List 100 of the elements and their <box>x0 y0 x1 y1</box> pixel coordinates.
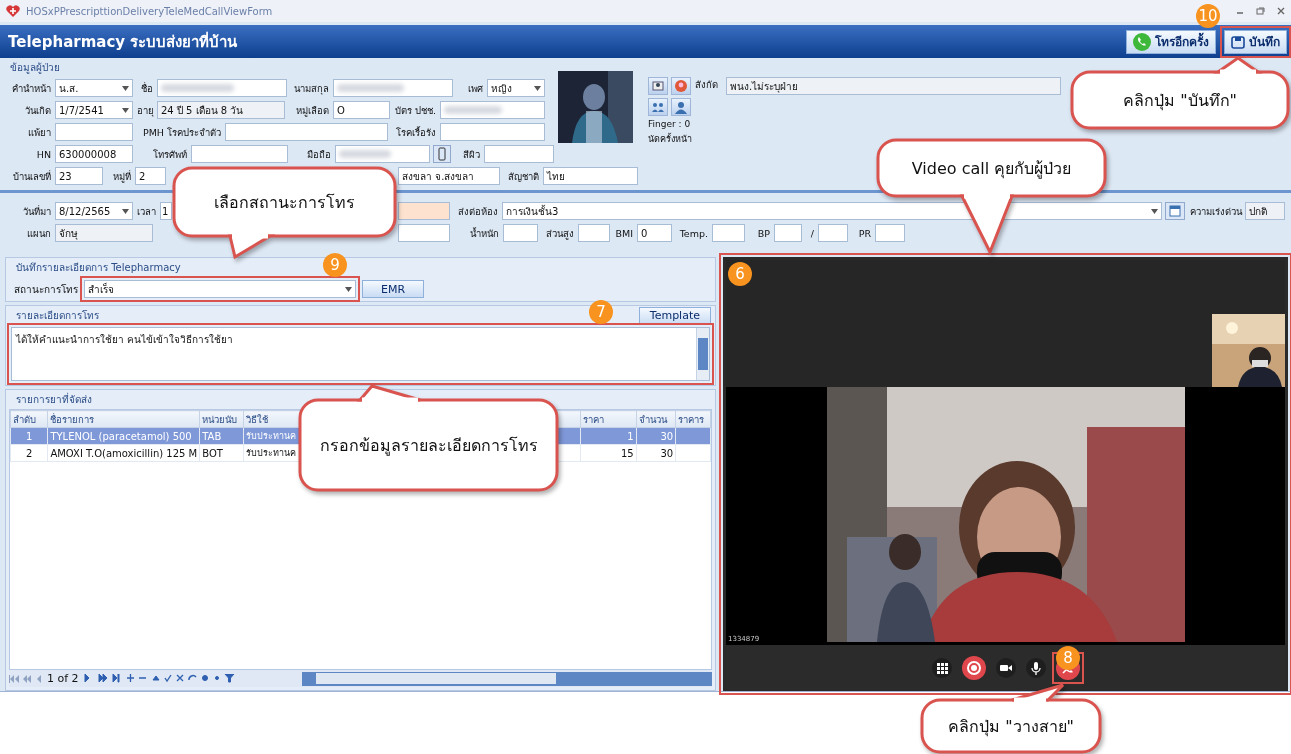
text-field[interactable] <box>398 224 450 242</box>
field-label: สัญชาติ <box>507 169 540 184</box>
text-field[interactable] <box>484 145 554 163</box>
close-icon[interactable] <box>1277 7 1285 15</box>
field-label: วันที่มา <box>22 204 52 219</box>
field-label: PR <box>857 227 872 239</box>
field-label: อายุ <box>137 103 155 118</box>
template-button[interactable]: Template <box>638 306 711 325</box>
caret-icon <box>122 85 129 91</box>
text-field[interactable] <box>440 101 545 119</box>
field-label: นามสกุล <box>293 81 330 96</box>
text-field[interactable] <box>440 123 545 141</box>
id-card-icon[interactable] <box>648 77 668 95</box>
text-field[interactable]: 1 <box>160 202 172 220</box>
text-field[interactable] <box>333 79 453 97</box>
callout-text: คลิกปุ่ม "วางสาย" <box>948 715 1074 739</box>
call-again-button[interactable]: โทรอีกครั้ง <box>1126 29 1216 54</box>
step-badge: 8 <box>1056 646 1080 670</box>
text-field[interactable]: ไทย <box>543 167 638 185</box>
field-label: HN <box>35 148 52 160</box>
dropdown-field[interactable]: 1/7/2541 <box>55 101 133 119</box>
field-label: ส่งต่อห้อง <box>457 204 499 219</box>
grid-icon[interactable] <box>931 658 952 678</box>
readonly-field[interactable]: จักษุ <box>55 224 153 242</box>
callout-text: Video call คุยกับผู้ป่วย <box>911 157 1072 181</box>
field-label: หมู่ที่ <box>112 169 132 184</box>
redacted-value <box>337 84 405 92</box>
people-icon[interactable] <box>648 98 668 116</box>
column-header[interactable]: วิธีใช้ <box>243 410 302 428</box>
text-field[interactable]: 23 <box>55 167 103 185</box>
dropdown-field[interactable]: น.ส. <box>55 79 133 97</box>
emr-button[interactable]: EMR <box>362 280 424 298</box>
column-header[interactable]: ราคาร <box>675 410 711 428</box>
text-field[interactable]: 2 <box>135 167 166 185</box>
next-appointment-label: นัดครั้งหน้า <box>648 132 693 146</box>
text-field[interactable]: O <box>333 101 390 119</box>
redacted-value <box>444 106 503 114</box>
phone-icon[interactable] <box>433 145 451 163</box>
pager-back-drawing[interactable] <box>9 674 43 683</box>
calendar-icon[interactable] <box>1165 202 1185 220</box>
table-cell: AMOXI T.O(amoxicillin) 125 M <box>47 444 200 462</box>
readonly-field[interactable]: พนง.ไม่ระบุฝ่าย <box>726 77 1061 95</box>
column-header[interactable]: หน่วยนับ <box>199 410 244 428</box>
text-field[interactable] <box>503 224 538 242</box>
text-field[interactable]: 0 <box>637 224 672 242</box>
field-label: BP <box>756 227 771 239</box>
microphone-icon[interactable] <box>1025 658 1046 678</box>
readonly-field[interactable]: ปกติ <box>1245 202 1285 220</box>
table-cell: 30 <box>636 444 676 462</box>
person-icon[interactable] <box>671 98 691 116</box>
finger-count: Finger : 0 <box>648 119 692 129</box>
column-header[interactable]: ราคา <box>580 410 637 428</box>
field-label: ส่วนสูง <box>545 226 575 241</box>
vertical-scrollbar[interactable] <box>696 328 709 380</box>
callout-text: เลือกสถานะการโทร <box>214 191 355 214</box>
text-field[interactable] <box>774 224 802 242</box>
row-number-cell[interactable]: 2 <box>10 444 48 462</box>
record-icon[interactable] <box>961 656 986 680</box>
phone-icon <box>1133 32 1151 51</box>
text-field[interactable] <box>191 145 288 163</box>
field-label: บ้านเลขที่ <box>12 169 52 184</box>
section-title: ข้อมูลผู้ป่วย <box>9 61 61 76</box>
text-field[interactable]: 630000008 <box>55 145 133 163</box>
text-field[interactable] <box>335 145 430 163</box>
maximize-icon[interactable] <box>1256 7 1265 15</box>
field-label: วันเกิด <box>24 103 52 118</box>
camera-icon[interactable] <box>995 658 1016 678</box>
text-field[interactable] <box>55 123 133 141</box>
text-field[interactable] <box>225 123 388 141</box>
field-label: เพศ <box>467 81 484 96</box>
field-label: หมู่เลือด <box>295 103 330 118</box>
person-icon[interactable] <box>671 77 691 95</box>
text-field[interactable] <box>157 79 287 97</box>
table-cell: BOT <box>199 444 244 462</box>
text-field[interactable] <box>578 224 610 242</box>
field-label: โรคเรื้อรัง <box>395 125 437 140</box>
text-field[interactable] <box>818 224 848 242</box>
text-field[interactable] <box>875 224 905 242</box>
text-field[interactable] <box>398 202 450 220</box>
field-label: เวลา <box>137 204 157 219</box>
dropdown-field[interactable]: หญิง <box>487 79 545 97</box>
column-header[interactable]: ลำดับ <box>10 410 48 428</box>
field-label: BMI <box>614 227 634 239</box>
callout-text: คลิกปุ่ม "บันทึก" <box>1123 89 1237 113</box>
table-cell: 15 <box>580 444 637 462</box>
text-field[interactable]: สงขลา จ.สงขลา <box>398 167 500 185</box>
text-field[interactable] <box>712 224 745 242</box>
field-label: แพ้ยา <box>27 125 52 140</box>
redacted-value <box>339 150 392 158</box>
section-title: รายการยาที่จัดส่ง <box>15 391 93 407</box>
dropdown-field[interactable]: 8/12/2565 <box>55 202 133 220</box>
page-indicator: 1 of 2 <box>47 672 79 685</box>
horizontal-scrollbar[interactable] <box>302 671 712 686</box>
readonly-field[interactable]: 24 ปี 5 เดือน 8 วัน <box>157 101 285 119</box>
field-label: สังกัด <box>695 78 719 92</box>
column-header[interactable]: จำนวน <box>636 410 676 428</box>
field-label: Temp. <box>678 227 709 239</box>
column-header[interactable]: ชื่อรายการ <box>47 410 200 428</box>
section-title: บันทึกรายละเอียดการ Telepharmacy <box>15 261 182 275</box>
field-label: โทรศัพท์ <box>152 147 188 162</box>
